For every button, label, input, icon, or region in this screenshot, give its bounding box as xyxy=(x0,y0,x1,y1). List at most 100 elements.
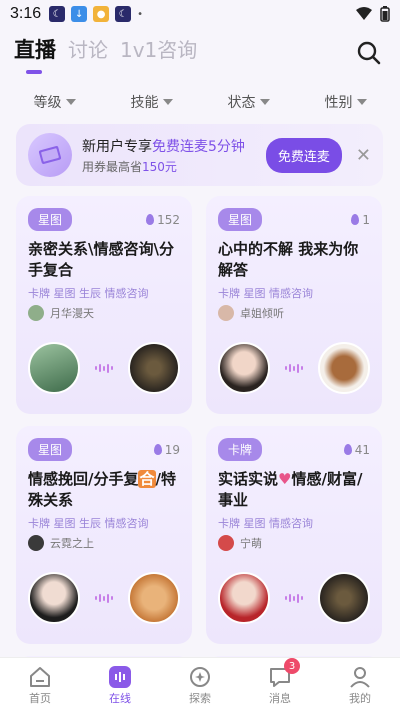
filter-label: 等级 xyxy=(33,95,62,111)
chevron-down-icon xyxy=(259,99,270,105)
popularity-count: 152 xyxy=(146,213,180,227)
filter-label: 技能 xyxy=(130,95,159,111)
home-icon xyxy=(30,667,50,687)
host-avatar[interactable] xyxy=(218,342,270,394)
heat-icon xyxy=(343,444,352,455)
popularity-count: 41 xyxy=(343,442,370,457)
chevron-down-icon xyxy=(65,99,76,105)
heart-icon: ♥ xyxy=(278,470,292,488)
guest-avatar[interactable] xyxy=(128,342,180,394)
card-tags: 卡牌 星图 情感咨询 xyxy=(218,517,313,530)
tab-discussion[interactable]: 讨论 xyxy=(68,34,108,63)
nav-online[interactable]: 在线 xyxy=(90,664,150,706)
filter-status[interactable]: 状态 xyxy=(228,92,270,112)
tab-1v1[interactable]: 1v1咨询 xyxy=(120,34,197,63)
status-bar: 3:16 ☾ ↓ ● ☾ • xyxy=(0,0,400,28)
card-title-part: 实话实说 xyxy=(218,470,279,488)
profile-icon xyxy=(350,667,370,688)
skill-tag: 星图 xyxy=(28,438,73,461)
filter-label: 状态 xyxy=(227,95,256,111)
avatar xyxy=(28,535,44,551)
host-info: 云霓之上 xyxy=(28,535,180,551)
promo-highlight: 免费连麦5分钟 xyxy=(152,138,245,155)
skill-tag: 卡牌 xyxy=(218,438,263,461)
filter-label: 性别 xyxy=(324,95,353,111)
unread-badge: 3 xyxy=(284,658,300,674)
heat-icon xyxy=(146,214,155,225)
explore-icon xyxy=(190,667,210,687)
tab-live[interactable]: 直播 xyxy=(14,34,56,74)
filter-level[interactable]: 等级 xyxy=(34,92,76,112)
count-value: 19 xyxy=(164,442,180,457)
filter-bar: 等级 技能 状态 性别 xyxy=(0,88,400,116)
popularity-count: 1 xyxy=(351,213,370,227)
host-name: 云霓之上 xyxy=(50,537,94,550)
host-info: 宁萌 xyxy=(218,535,370,551)
battery-icon xyxy=(380,6,390,22)
skill-tag: 星图 xyxy=(218,208,263,231)
chevron-down-icon xyxy=(356,99,367,105)
chevron-down-icon xyxy=(162,99,173,105)
card-tags: 卡牌 星图 生辰 情感咨询 xyxy=(28,517,149,530)
promo-title: 新用户专享 xyxy=(82,138,152,155)
host-card[interactable]: 星图 19 情感挽回/分手复合/特殊关系 卡牌 星图 生辰 情感咨询 云霓之上 xyxy=(16,426,192,644)
skill-tag: 星图 xyxy=(28,208,73,231)
more-dot-icon: • xyxy=(137,8,144,20)
card-title: 亲密关系\情感咨询\分手复合 xyxy=(28,240,174,279)
card-title: 心中的不解 我来为你解答 xyxy=(218,240,359,279)
host-avatar[interactable] xyxy=(218,572,270,624)
host-avatar[interactable] xyxy=(28,342,80,394)
card-tags: 卡牌 星图 情感咨询 xyxy=(218,287,313,300)
count-value: 152 xyxy=(157,212,180,227)
close-icon[interactable]: ✕ xyxy=(356,145,371,166)
host-card[interactable]: 卡牌 41 实话实说♥情感/财富/事业 卡牌 星图 情感咨询 宁萌 xyxy=(206,426,382,644)
avatar xyxy=(218,305,234,321)
live-icon xyxy=(109,666,131,688)
host-name: 月华漫天 xyxy=(50,307,94,320)
avatar xyxy=(218,535,234,551)
nav-label: 首页 xyxy=(29,692,51,705)
promo-amount: 150元 xyxy=(142,159,177,174)
guest-avatar[interactable] xyxy=(128,572,180,624)
nav-home[interactable]: 首页 xyxy=(10,664,70,706)
heat-icon xyxy=(153,444,162,455)
avatar xyxy=(28,305,44,321)
host-name: 宁萌 xyxy=(240,537,262,550)
notification-app-icon: ● xyxy=(93,6,110,22)
host-info: 卓姐倾听 xyxy=(218,305,370,321)
card-tags: 卡牌 星图 生辰 情感咨询 xyxy=(28,287,149,300)
moon-app-icon: ☾ xyxy=(49,6,66,22)
nav-label: 消息 xyxy=(269,692,291,705)
host-card[interactable]: 星图 1 心中的不解 我来为你解答 卡牌 星图 情感咨询 卓姐倾听 xyxy=(206,196,382,414)
promo-text: 新用户专享免费连麦5分钟 用券最高省150元 xyxy=(82,136,266,175)
free-call-button[interactable]: 免费连麦 xyxy=(265,137,342,173)
host-card[interactable]: 星图 152 亲密关系\情感咨询\分手复合 卡牌 星图 生辰 情感咨询 月华漫天 xyxy=(16,196,192,414)
card-title: 实话实说♥情感/财富/事业 xyxy=(218,469,370,511)
host-grid: 星图 152 亲密关系\情感咨询\分手复合 卡牌 星图 生辰 情感咨询 月华漫天… xyxy=(16,196,384,696)
card-title-part: 情感挽回/分手复 xyxy=(28,470,139,488)
heat-icon xyxy=(351,214,360,225)
bottom-nav: 首页 在线 探索 3 消息 我的 xyxy=(0,657,400,712)
host-name: 卓姐倾听 xyxy=(240,307,284,320)
host-avatar[interactable] xyxy=(28,572,80,624)
nav-messages[interactable]: 3 消息 xyxy=(250,658,310,706)
voice-wave-icon xyxy=(285,363,303,373)
top-tabs: 直播 讨论 1v1咨询 xyxy=(14,34,197,74)
wifi-icon xyxy=(356,7,372,20)
guest-avatar[interactable] xyxy=(318,572,370,624)
status-time: 3:16 xyxy=(10,5,42,22)
popularity-count: 19 xyxy=(153,442,180,457)
nav-label: 探索 xyxy=(189,692,211,705)
count-value: 1 xyxy=(362,212,370,227)
filter-skill[interactable]: 技能 xyxy=(131,92,173,112)
search-icon[interactable] xyxy=(356,40,382,66)
nav-explore[interactable]: 探索 xyxy=(170,664,230,706)
download-icon: ↓ xyxy=(71,6,88,22)
nav-profile[interactable]: 我的 xyxy=(330,664,390,706)
card-title: 情感挽回/分手复合/特殊关系 xyxy=(28,469,180,511)
nav-label: 我的 xyxy=(349,692,371,705)
count-value: 41 xyxy=(354,442,370,457)
filter-gender[interactable]: 性别 xyxy=(325,92,367,112)
guest-avatar[interactable] xyxy=(318,342,370,394)
promo-banner[interactable]: 新用户专享免费连麦5分钟 用券最高省150元 免费连麦 ✕ xyxy=(16,124,383,186)
